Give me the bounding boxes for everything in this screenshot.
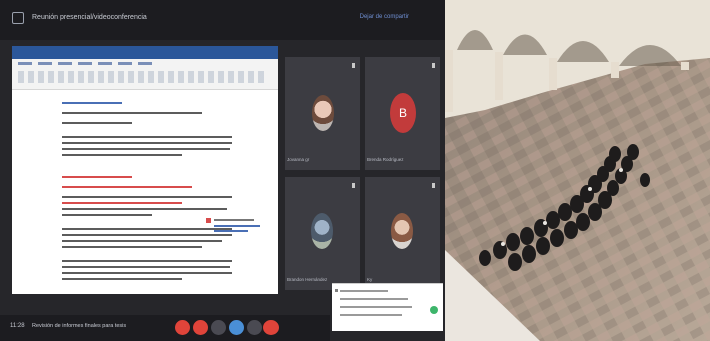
teams-icon	[12, 12, 24, 24]
call-clock: 11:28	[10, 323, 25, 329]
participant-name: Brenda Rodríguez	[367, 157, 404, 162]
participant-tile[interactable]: Brandon Hernández	[285, 177, 360, 290]
chat-icon	[335, 289, 338, 292]
meeting-title: Reunión presencial/videoconferencia	[32, 14, 147, 21]
pin-icon[interactable]	[432, 183, 435, 188]
word-title-bar	[12, 46, 278, 59]
mic-toggle-button[interactable]	[193, 320, 208, 335]
meeting-header: Reunión presencial/videoconferencia Deja…	[0, 0, 445, 40]
comment-balloon	[206, 218, 260, 232]
participant-tile[interactable]: Jovanna gr	[285, 57, 360, 170]
phone-hangup-icon[interactable]	[263, 320, 279, 335]
participant-name: Jovanna gr	[287, 157, 310, 162]
avatar-initial: B	[390, 93, 416, 133]
send-icon[interactable]	[430, 306, 438, 314]
document-page	[52, 98, 236, 294]
camera-toggle-button[interactable]	[175, 320, 190, 335]
meeting-subject: Revisión de informes finales para tesis	[32, 323, 127, 329]
stop-sharing-link[interactable]: Dejar de compartir	[360, 14, 409, 20]
chat-button[interactable]	[229, 320, 244, 335]
participant-name: Brandon Hernández	[287, 277, 328, 282]
participant-tile[interactable]: Ky	[365, 177, 440, 290]
video-call-screenshot: Reunión presencial/videoconferencia Deja…	[0, 0, 445, 341]
more-options-button[interactable]	[247, 320, 262, 335]
avatar	[311, 213, 333, 249]
participant-name: Ky	[367, 277, 373, 282]
avatar	[391, 213, 413, 249]
avatar	[312, 95, 334, 131]
word-ribbon	[12, 59, 278, 90]
pin-icon[interactable]	[352, 63, 355, 68]
courtyard-photo	[445, 0, 710, 341]
share-screen-button[interactable]	[211, 320, 226, 335]
call-control-bar: 11:28 Revisión de informes finales para …	[0, 315, 330, 341]
chat-notification[interactable]	[332, 283, 443, 331]
pin-icon[interactable]	[432, 63, 435, 68]
shared-word-document	[12, 46, 278, 294]
pin-icon[interactable]	[352, 183, 355, 188]
participant-tile[interactable]: B Brenda Rodríguez	[365, 57, 440, 170]
